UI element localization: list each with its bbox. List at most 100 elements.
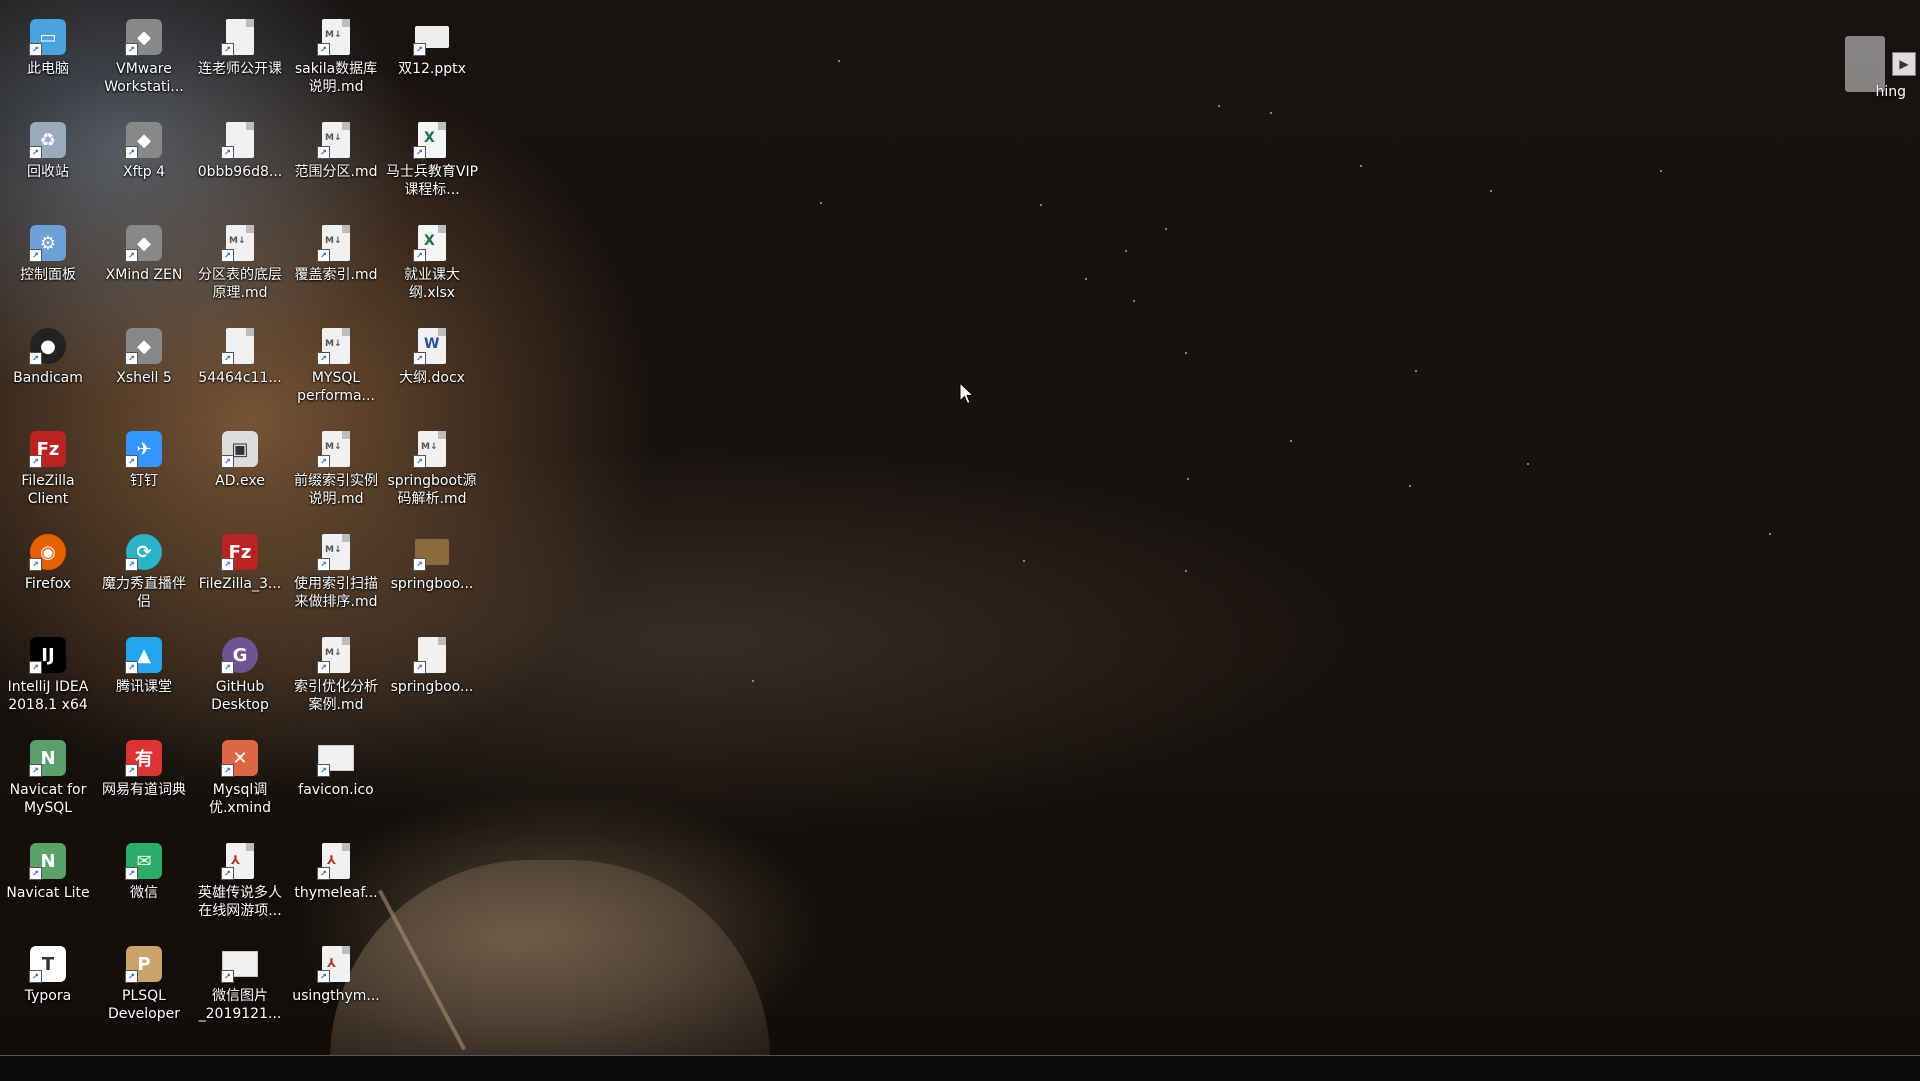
taskbar[interactable]	[0, 1055, 1920, 1081]
shortcut-arrow-icon: ↗	[29, 43, 42, 56]
desktop-icon[interactable]: N ↗ Navicat Lite	[0, 842, 96, 942]
desktop-icon[interactable]: P ↗ PLSQL Developer	[96, 945, 192, 1045]
file-icon: ↗	[221, 18, 259, 56]
desktop-icon[interactable]: M↓ ↗ MYSQL performa...	[288, 327, 384, 427]
desktop-icon-label: springboot源码解析.md	[387, 473, 477, 507]
desktop-icon[interactable]: 有 ↗ 网易有道词典	[96, 739, 192, 839]
desktop-icon[interactable]: ⅄ ↗ 英雄传说多人在线网游项...	[192, 842, 288, 942]
shortcut-arrow-icon: ↗	[221, 146, 234, 159]
desktop-icon[interactable]: ✉ ↗ 微信	[96, 842, 192, 942]
desktop-icon[interactable]: M↓ ↗ 分区表的底层原理.md	[192, 224, 288, 324]
pdf-file-icon: ⅄ ↗	[317, 842, 355, 880]
desktop-icon[interactable]: ↗ 54464c11...	[192, 327, 288, 427]
desktop-icon[interactable]: ⅄ ↗ usingthym...	[288, 945, 384, 1045]
shortcut-arrow-icon: ↗	[221, 867, 234, 880]
desktop-icon[interactable]: ↗ springboo...	[384, 636, 480, 736]
shortcut-arrow-icon: ↗	[29, 146, 42, 159]
desktop-icon-label: FileZilla_3...	[198, 576, 282, 592]
desktop-icon[interactable]: ✕ ↗ Mysql调优.xmind	[192, 739, 288, 839]
desktop-icon[interactable]: ◆ ↗ Xftp 4	[96, 121, 192, 221]
desktop-icon[interactable]: Fz ↗ FileZilla_3...	[192, 533, 288, 633]
desktop-background[interactable]: ▭ ↗ 此电脑 ◆ ↗ VMware Workstati... ↗ 连老师公开课 M↓ ↗ saki…	[0, 0, 1920, 1055]
desktop-icon-label: Xshell 5	[116, 370, 172, 386]
desktop-icon[interactable]: M↓ ↗ 覆盖索引.md	[288, 224, 384, 324]
dingtalk-icon: ✈ ↗	[125, 430, 163, 468]
desktop-icon-label: 英雄传说多人在线网游项...	[198, 885, 282, 919]
desktop-icon-label: VMware Workstati...	[104, 61, 184, 95]
desktop-icon[interactable]: ↗ 微信图片_2019121...	[192, 945, 288, 1045]
desktop-icon-label: 马士兵教育VIP课程标...	[385, 164, 479, 198]
star	[1165, 228, 1167, 230]
star	[1085, 278, 1087, 280]
desktop-icon-label: 魔力秀直播伴侣	[102, 576, 186, 610]
plsql-icon: P ↗	[125, 945, 163, 983]
desktop-icon-label: GitHub Desktop	[211, 679, 269, 713]
desktop-icon[interactable]: X ↗ 马士兵教育VIP课程标...	[384, 121, 480, 221]
desktop-icon-label: 微信	[130, 885, 158, 901]
youdao-icon: 有 ↗	[125, 739, 163, 777]
pdf-file-icon: ⅄ ↗	[221, 842, 259, 880]
xshell-icon: ◆ ↗	[125, 327, 163, 365]
star	[1125, 250, 1127, 252]
desktop-icon[interactable]: G ↗ GitHub Desktop	[192, 636, 288, 736]
desktop-icon[interactable]: X ↗ 就业课大纲.xlsx	[384, 224, 480, 324]
desktop-icon[interactable]: ◆ ↗ Xshell 5	[96, 327, 192, 427]
desktop-icon[interactable]: T ↗ Typora	[0, 945, 96, 1045]
desktop-icon[interactable]: ↗ springboo...	[384, 533, 480, 633]
shortcut-arrow-icon: ↗	[125, 352, 138, 365]
desktop-icon[interactable]: M↓ ↗ 范围分区.md	[288, 121, 384, 221]
desktop-icon-label: usingthym...	[292, 988, 380, 1004]
desktop-icon-label: 双12.pptx	[398, 61, 466, 77]
desktop-icon-label: 覆盖索引.md	[294, 267, 378, 283]
desktop-icon-label: springboo...	[390, 576, 474, 592]
shortcut-arrow-icon: ↗	[317, 867, 330, 880]
vmware-icon: ◆ ↗	[125, 18, 163, 56]
desktop-icon[interactable]: ⚙ ↗ 控制面板	[0, 224, 96, 324]
desktop-icon[interactable]: ▣ ↗ AD.exe	[192, 430, 288, 530]
star	[1415, 370, 1417, 372]
desktop-icon[interactable]: ▲ ↗ 腾讯课堂	[96, 636, 192, 736]
shortcut-arrow-icon: ↗	[125, 43, 138, 56]
desktop-icon-label: 连老师公开课	[198, 61, 282, 77]
shortcut-arrow-icon: ↗	[29, 558, 42, 571]
desktop-icon[interactable]: W ↗ 大纲.docx	[384, 327, 480, 427]
desktop-icon[interactable]: M↓ ↗ 前缀索引实例说明.md	[288, 430, 384, 530]
file-icon: ↗	[221, 327, 259, 365]
desktop-icon[interactable]: N ↗ Navicat for MySQL	[0, 739, 96, 839]
shortcut-arrow-icon: ↗	[29, 352, 42, 365]
desktop-icon[interactable]: ◉ ↗ Firefox	[0, 533, 96, 633]
desktop-icon[interactable]: ↗ 0bbb96d8...	[192, 121, 288, 221]
markdown-file-icon: M↓ ↗	[317, 121, 355, 159]
desktop-icon[interactable]: M↓ ↗ springboot源码解析.md	[384, 430, 480, 530]
desktop-icon[interactable]: ♻ ↗ 回收站	[0, 121, 96, 221]
shortcut-arrow-icon: ↗	[317, 43, 330, 56]
desktop-icon[interactable]: ▭ ↗ 此电脑	[0, 18, 96, 118]
desktop-icon[interactable]: ↗ favicon.ico	[288, 739, 384, 839]
desktop-icon[interactable]: M↓ ↗ 使用索引扫描来做排序.md	[288, 533, 384, 633]
desktop-icon-label: favicon.ico	[298, 782, 374, 798]
desktop-icon[interactable]: ◆ ↗ VMware Workstati...	[96, 18, 192, 118]
desktop-icon-label: IntelliJ IDEA 2018.1 x64	[7, 679, 89, 713]
shortcut-arrow-icon: ↗	[125, 867, 138, 880]
desktop-icon[interactable]: ⟳ ↗ 魔力秀直播伴侣	[96, 533, 192, 633]
desktop-icon[interactable]: M↓ ↗ 索引优化分析案例.md	[288, 636, 384, 736]
star	[1660, 170, 1662, 172]
desktop-icon[interactable]: ↗ 连老师公开课	[192, 18, 288, 118]
live-assistant-icon: ⟳ ↗	[125, 533, 163, 571]
desktop-icon[interactable]: IJ ↗ IntelliJ IDEA 2018.1 x64	[0, 636, 96, 736]
desktop-icon[interactable]: Fz ↗ FileZilla Client	[0, 430, 96, 530]
desktop-icon[interactable]: ● ↗ Bandicam	[0, 327, 96, 427]
desktop-icon[interactable]: ↗ 双12.pptx	[384, 18, 480, 118]
desktop-icon[interactable]: ◆ ↗ XMind ZEN	[96, 224, 192, 324]
markdown-file-icon: M↓ ↗	[317, 636, 355, 674]
desktop-icon[interactable]: M↓ ↗ sakila数据库说明.md	[288, 18, 384, 118]
play-icon[interactable]: ▶	[1892, 52, 1916, 76]
desktop-icon[interactable]: ⅄ ↗ thymeleaf...	[288, 842, 384, 942]
pdf-file-icon: ⅄ ↗	[317, 945, 355, 983]
shortcut-arrow-icon: ↗	[413, 146, 426, 159]
star	[1270, 112, 1272, 114]
shortcut-arrow-icon: ↗	[221, 249, 234, 262]
recording-widget[interactable]: ▶ hing	[1845, 26, 1920, 106]
shortcut-arrow-icon: ↗	[29, 455, 42, 468]
desktop-icon[interactable]: ✈ ↗ 钉钉	[96, 430, 192, 530]
